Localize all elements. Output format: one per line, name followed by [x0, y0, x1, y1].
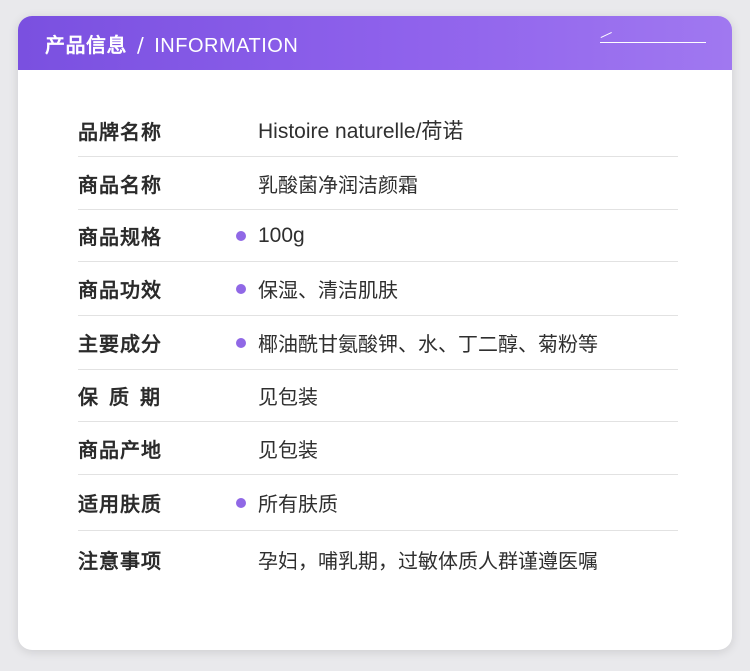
row-label: 商品名称: [78, 172, 162, 197]
row-value: 椰油酰甘氨酸钾、水、丁二醇、菊粉等: [258, 332, 598, 356]
row-value: 保湿、清洁肌肤: [258, 278, 398, 302]
table-row: 注意事项 孕妇，哺乳期，过敏体质人群谨遵医嘱: [78, 531, 678, 587]
table-row: 商品产地 见包装: [78, 422, 678, 475]
bullet-dot-icon: [236, 337, 246, 348]
row-label: 注意事项: [78, 548, 162, 573]
row-value: 100g: [258, 223, 305, 247]
bullet-dot-icon: [236, 283, 246, 294]
info-table: 品牌名称 Histoire naturelle/荷诺 商品名称 乳酸菌净润洁颜霜…: [78, 104, 678, 587]
product-info-card: 产品信息 / INFORMATION 品牌名称 Histoire naturelle…: [18, 16, 732, 650]
row-label: 商品产地: [78, 437, 162, 462]
header-separator: /: [137, 32, 145, 57]
row-label: 商品规格: [78, 225, 162, 249]
header-title-en: INFORMATION: [154, 34, 299, 57]
row-label: 商品功效: [78, 278, 162, 302]
table-row: 适用肤质 所有肤质: [78, 475, 678, 531]
decorative-line: [600, 42, 706, 43]
bullet-dot-icon: [236, 497, 246, 508]
row-value: 孕妇，哺乳期，过敏体质人群谨遵医嘱: [258, 548, 598, 573]
bullet-dot-icon: [236, 230, 246, 241]
header-title-cn: 产品信息: [45, 32, 127, 57]
row-label: 适用肤质: [78, 492, 162, 516]
table-row: 品牌名称 Histoire naturelle/荷诺: [78, 104, 678, 157]
header-bar: 产品信息 / INFORMATION: [18, 16, 732, 70]
header-title: 产品信息 / INFORMATION: [45, 29, 298, 58]
row-label: 保质期: [78, 385, 171, 409]
row-value: Histoire naturelle/荷诺: [258, 120, 464, 143]
decorative-arrow-tick: [600, 32, 612, 38]
row-label: 品牌名称: [78, 119, 162, 144]
table-row: 商品名称 乳酸菌净润洁颜霜: [78, 157, 678, 210]
table-row: 商品规格 100g: [78, 210, 678, 262]
row-value: 乳酸菌净润洁颜霜: [258, 172, 418, 197]
row-value: 见包装: [258, 385, 318, 409]
table-row: 保质期 见包装: [78, 370, 678, 422]
row-label: 主要成分: [78, 332, 162, 356]
table-row: 商品功效 保湿、清洁肌肤: [78, 262, 678, 316]
row-value: 见包装: [258, 437, 318, 462]
table-row: 主要成分 椰油酰甘氨酸钾、水、丁二醇、菊粉等: [78, 316, 678, 370]
row-value: 所有肤质: [258, 492, 338, 516]
